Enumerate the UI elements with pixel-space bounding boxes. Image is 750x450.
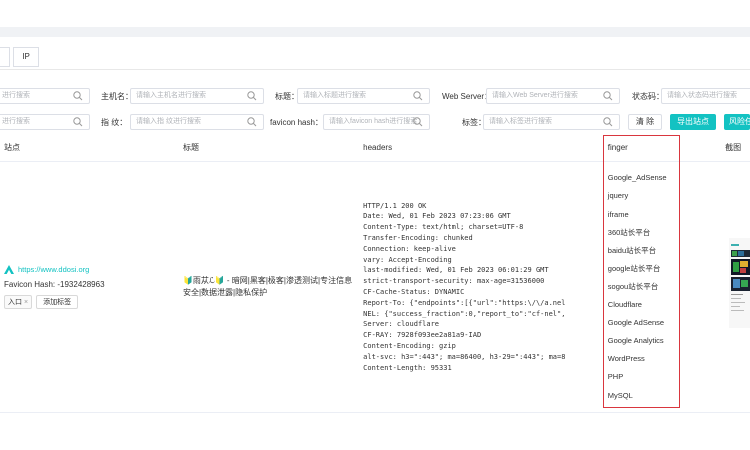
finger-item: sogou站长平台 — [607, 281, 659, 291]
search-icon — [247, 117, 257, 127]
site-link[interactable]: https://www.ddosi.org — [4, 265, 183, 274]
finger-item: Google AdSense — [607, 318, 665, 328]
screenshot-image — [729, 238, 750, 328]
finger-item: Google Analytics — [607, 336, 664, 346]
clear-button[interactable]: 清 除 — [628, 114, 662, 130]
column-header-site: 站点 — [0, 133, 183, 162]
tag-close-icon[interactable]: × — [24, 299, 28, 306]
search-icon — [73, 117, 83, 127]
hostname-input[interactable]: 请输入主机名进行搜索 — [130, 88, 264, 104]
hostname-label: 主机名： — [101, 92, 133, 101]
status-code-input[interactable]: 请输入状态码进行搜索 — [661, 88, 750, 104]
finger-item: baidu站长平台 — [607, 245, 657, 255]
finger-item: Cloudflare — [607, 300, 642, 310]
column-header-headers: headers — [363, 133, 603, 162]
fingerprint-input[interactable]: 请输入指 纹进行搜索 — [130, 114, 264, 130]
column-header-finger: finger — [602, 133, 726, 162]
finger-cell: Google_AdSensejquery iframe 360站长平台 baidu站长… — [602, 161, 726, 413]
search-icon — [413, 91, 423, 101]
search-icon — [603, 91, 613, 101]
title-cell: 🔰雨苁ℒ🔰 - 暗网|黑客|极客|渗透测试|专注信息安全|数据泄露|隐私保护 — [182, 161, 364, 413]
title-label: 标题： — [275, 92, 299, 101]
screenshot-thumbnail[interactable] — [729, 238, 750, 328]
finger-item: jquery — [607, 191, 629, 201]
web-server-input[interactable]: 请输入Web Server进行搜索 — [486, 88, 620, 104]
headers-cell: HTTP/1.1 200 OK Date: Wed, 01 Feb 2023 0… — [363, 161, 603, 413]
search-input-row2-col1[interactable]: 进行搜索 — [0, 114, 90, 130]
favicon-hash-label: favicon hash： — [270, 118, 323, 127]
table-header-row: 站点 标题 headers finger 截图 — [0, 133, 750, 162]
filter-panel: 进行搜索 主机名： 请输入主机名进行搜索 标题： 请输入标题进行搜索 Web S… — [0, 80, 750, 140]
tag-input[interactable]: 请输入标签进行搜索 — [483, 114, 620, 130]
tab-previous[interactable] — [0, 47, 10, 67]
finger-item: Google_AdSense — [607, 173, 667, 183]
tag-item: 入口 × — [4, 295, 33, 309]
title-input[interactable]: 请输入标题进行搜索 — [297, 88, 430, 104]
tab-ip[interactable]: IP — [13, 47, 39, 67]
site-logo-icon — [4, 265, 14, 274]
export-sites-button[interactable]: 导出站点 — [670, 114, 716, 130]
tabs-bar — [0, 45, 750, 70]
finger-item: 360站长平台 — [607, 227, 651, 237]
header-divider-band — [0, 27, 750, 37]
fingerprint-label: 指 纹： — [101, 118, 128, 127]
site-cell: https://www.ddosi.org Favicon Hash: -193… — [0, 161, 183, 413]
search-icon — [247, 91, 257, 101]
finger-list: Google_AdSensejquery iframe 360站长平台 baidu站长… — [603, 169, 725, 404]
search-icon — [73, 91, 83, 101]
web-server-label: Web Server： — [442, 92, 493, 101]
tag-list: 入口 × 添加标签 — [4, 295, 183, 309]
column-header-screenshot: 截图 — [725, 133, 750, 162]
risk-task-button[interactable]: 风险任 — [724, 114, 750, 130]
search-input-row1-col1[interactable]: 进行搜索 — [0, 88, 90, 104]
finger-item: google站长平台 — [607, 263, 661, 273]
top-header — [0, 0, 750, 27]
headers-text: HTTP/1.1 200 OK Date: Wed, 01 Feb 2023 0… — [363, 201, 566, 372]
add-tag-button[interactable]: 添加标签 — [36, 295, 79, 309]
finger-item: PHP — [607, 372, 624, 382]
search-icon — [603, 117, 613, 127]
table-row: https://www.ddosi.org Favicon Hash: -193… — [0, 161, 750, 413]
column-header-title: 标题 — [182, 133, 364, 162]
finger-item: MySQL — [607, 390, 633, 400]
status-code-label: 状态码： — [632, 92, 664, 101]
finger-item: iframe — [607, 209, 629, 219]
favicon-hash-text: Favicon Hash: -1932428963 — [4, 280, 105, 289]
search-icon — [413, 117, 423, 127]
favicon-hash-input[interactable]: 请输入favicon hash进行搜索 — [323, 114, 430, 130]
site-title-text: 🔰雨苁ℒ🔰 - 暗网|黑客|极客|渗透测试|专注信息安全|数据泄露|隐私保护 — [182, 276, 353, 297]
finger-item: WordPress — [607, 354, 645, 364]
site-table: 站点 标题 headers finger 截图 https://www.ddos… — [0, 133, 750, 413]
